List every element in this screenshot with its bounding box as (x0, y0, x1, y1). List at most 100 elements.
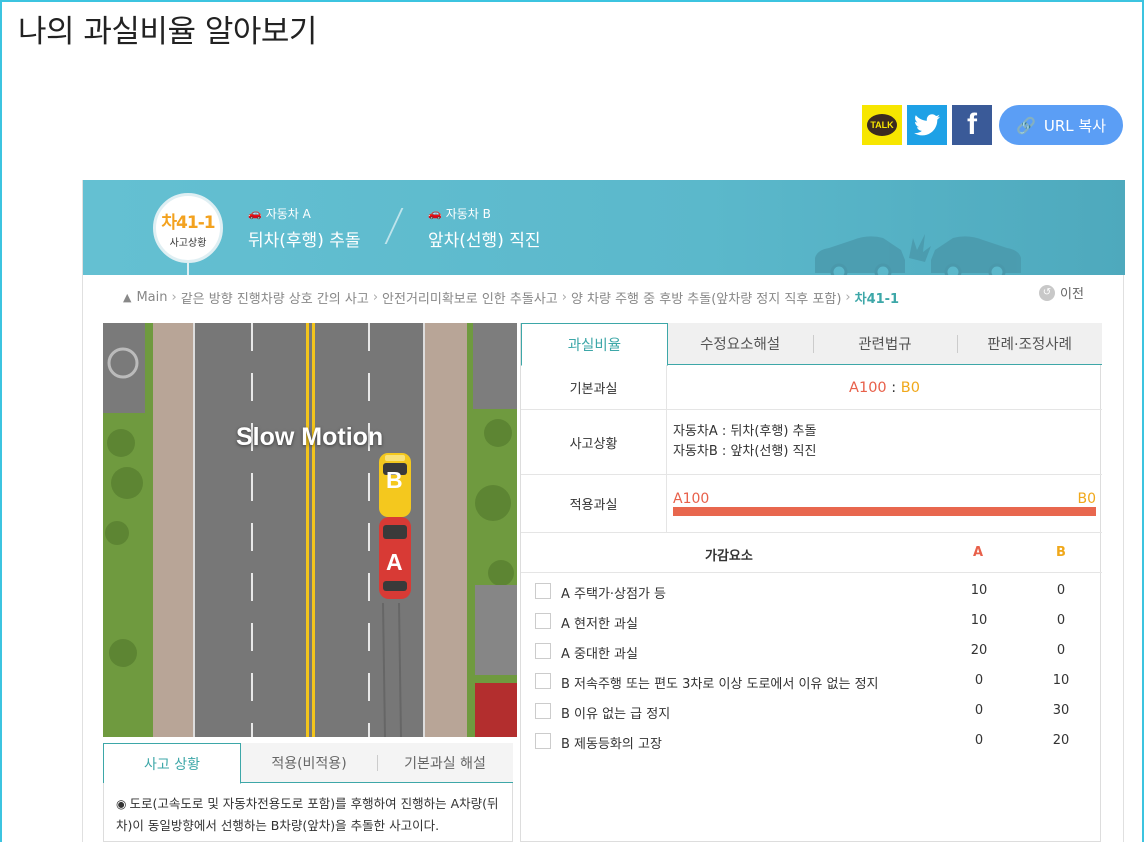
breadcrumb-item[interactable]: 안전거리미확보로 인한 추돌사고 (382, 288, 558, 307)
basic-fault-value: A100 : B0 (667, 365, 1102, 409)
situation-tabs: 사고 상황 적용(비적용) 기본과실 해설 (103, 743, 513, 784)
adjust-label: B 제동등화의 고장 (561, 737, 662, 752)
vehicle-b-label: 자동차 B (445, 207, 491, 221)
situation-description: ◉ 도로(고속도로 및 자동차전용도로 포함)를 후행하여 진행하는 A차량(뒤차… (103, 783, 513, 842)
adjust-label: A 현저한 과실 (561, 617, 638, 632)
ratio-colon: : (886, 379, 901, 396)
accident-code-sub: 사고상황 (169, 237, 207, 249)
adjust-value-a: 10 (970, 613, 988, 628)
applied-fault-label: 적용과실 (521, 475, 667, 532)
chevron-right-icon: › (171, 290, 177, 305)
badge-stem (187, 263, 189, 275)
prev-button[interactable]: ↺ 이전 (1039, 283, 1084, 302)
adjust-header: 가감요소 A B (521, 533, 1102, 573)
link-icon: 🔗 (1015, 115, 1036, 135)
car-icon: 🚗 (248, 207, 262, 220)
url-copy-button[interactable]: 🔗 URL 복사 (999, 105, 1123, 145)
situation-value: 자동차A : 뒤차(후행) 추돌 자동차B : 앞차(선행) 직진 (667, 410, 1102, 474)
car-icon: 🚗 (428, 207, 442, 220)
vehicle-a-info: 🚗 자동차 A 뒤차(후행) 추돌 (248, 205, 361, 251)
adjust-checkbox[interactable] (535, 613, 551, 629)
fault-ratio-bar (673, 507, 1096, 516)
twitter-share-button[interactable] (907, 105, 947, 145)
breadcrumb-item[interactable]: 같은 방향 진행차량 상호 간의 사고 (181, 288, 369, 307)
adjust-row[interactable]: B 제동등화의 고장 0 20 (521, 726, 1102, 756)
slow-motion-overlay: Slow Motion (236, 423, 384, 451)
adjust-value-b: 0 (1056, 613, 1066, 628)
situation-label: 사고상황 (521, 410, 667, 474)
accident-animation[interactable]: Slow Motion B A (103, 323, 517, 737)
adjust-label: A 주택가·상점가 등 (561, 587, 667, 602)
adjust-value-a: 0 (974, 673, 984, 688)
chevron-right-icon: › (561, 290, 567, 305)
vehicle-a-label: 자동차 A (265, 207, 311, 221)
facebook-share-button[interactable]: f (952, 105, 992, 145)
fault-panel: 과실비율 수정요소해설 관련법규 판례·조정사례 기본과실 A100 : B0 … (520, 323, 1102, 842)
adjust-col-b: B (1056, 545, 1066, 560)
adjust-checkbox[interactable] (535, 583, 551, 599)
breadcrumb-current: 차41-1 (854, 292, 900, 307)
applied-fault-b: B0 (1077, 491, 1096, 507)
chevron-right-icon: › (845, 290, 851, 305)
adjust-header-label: 가감요소 (705, 549, 753, 564)
adjust-value-b: 10 (1052, 673, 1070, 688)
accident-detail: 차41-1 사고상황 🚗 자동차 A 뒤차(후행) 추돌 🚗 자동차 B 앞차(선행… (82, 180, 1125, 842)
breadcrumb-item-main[interactable]: Main (136, 290, 167, 305)
breadcrumb: ▲ Main › 같은 방향 진행차량 상호 간의 사고 › 안전거리미확보로 … (123, 288, 899, 307)
adjust-row[interactable]: A 주택가·상점가 등 10 0 (521, 576, 1102, 606)
fault-ratio-fill (673, 507, 1096, 516)
tab-modifier-explanation[interactable]: 수정요소해설 (668, 323, 813, 364)
breadcrumb-item[interactable]: 양 차량 주행 중 후방 추돌(앞차량 정지 직후 포함) (571, 288, 841, 307)
situation-text: 도로(고속도로 및 자동차전용도로 포함)를 후행하여 진행하는 A차량(뒤차)… (116, 796, 499, 833)
vehicle-b-info: 🚗 자동차 B 앞차(선행) 직진 (428, 205, 541, 251)
adjust-row[interactable]: B 저속주행 또는 편도 3차로 이상 도로에서 이유 없는 정지 0 10 (521, 666, 1102, 696)
subtab-applicability[interactable]: 적용(비적용) (241, 743, 377, 782)
kakao-share-button[interactable]: TALK (862, 105, 902, 145)
adjust-checkbox[interactable] (535, 733, 551, 749)
chevron-right-icon: › (372, 290, 379, 305)
car-a-label: A (386, 549, 403, 575)
adjust-value-b: 20 (1052, 733, 1070, 748)
home-icon[interactable]: ▲ (123, 291, 131, 304)
road-scene (103, 323, 517, 737)
share-bar: TALK f 🔗 URL 복사 (862, 105, 1123, 145)
adjust-checkbox[interactable] (535, 673, 551, 689)
adjust-checkbox[interactable] (535, 703, 551, 719)
adjust-value-a: 0 (974, 733, 984, 748)
kakao-talk-icon: TALK (867, 114, 897, 136)
adjust-label: A 중대한 과실 (561, 647, 638, 662)
tab-related-laws[interactable]: 관련법규 (812, 323, 958, 364)
adjust-value-b: 30 (1052, 703, 1070, 718)
adjust-row[interactable]: B 이유 없는 급 정지 0 30 (521, 696, 1102, 726)
facebook-f-icon: f (967, 108, 977, 141)
applied-fault-row: 적용과실 A100 B0 (521, 475, 1102, 533)
situation-vehicle-b: 자동차B : 앞차(선행) 직진 (673, 444, 817, 459)
fault-tabs: 과실비율 수정요소해설 관련법규 판례·조정사례 (521, 323, 1102, 366)
adjust-checkbox[interactable] (535, 643, 551, 659)
page-title: 나의 과실비율 알아보기 (18, 14, 317, 50)
tab-cases[interactable]: 판례·조정사례 (957, 323, 1102, 364)
banner-divider (384, 208, 404, 244)
twitter-bird-icon (914, 114, 940, 136)
adjust-value-a: 20 (970, 643, 988, 658)
subtab-situation[interactable]: 사고 상황 (103, 743, 241, 784)
adjust-row[interactable]: A 중대한 과실 20 0 (521, 636, 1102, 666)
adjust-value-b: 0 (1056, 583, 1066, 598)
applied-fault-a: A100 (673, 491, 710, 507)
adjust-value-b: 0 (1056, 643, 1066, 658)
tab-fault-ratio[interactable]: 과실비율 (521, 323, 668, 366)
car-b-label: B (386, 467, 403, 493)
adjust-row[interactable]: A 현저한 과실 10 0 (521, 606, 1102, 636)
subtab-basic-fault[interactable]: 기본과실 해설 (377, 743, 513, 782)
adjust-label: B 이유 없는 급 정지 (561, 707, 671, 722)
bullet-icon: ◉ (116, 797, 127, 811)
accident-banner: 차41-1 사고상황 🚗 자동차 A 뒤차(후행) 추돌 🚗 자동차 B 앞차(선행… (83, 180, 1125, 275)
situation-row: 사고상황 자동차A : 뒤차(후행) 추돌 자동차B : 앞차(선행) 직진 (521, 410, 1102, 475)
crash-illustration-icon (815, 234, 1021, 275)
basic-fault-b: B0 (900, 379, 920, 396)
adjust-col-a: A (973, 545, 984, 560)
vehicle-a-desc: 뒤차(후행) 추돌 (248, 231, 361, 251)
accident-code-badge: 차41-1 사고상황 (153, 193, 223, 263)
situation-vehicle-a: 자동차A : 뒤차(후행) 추돌 (673, 424, 817, 439)
prev-label: 이전 (1060, 287, 1084, 302)
